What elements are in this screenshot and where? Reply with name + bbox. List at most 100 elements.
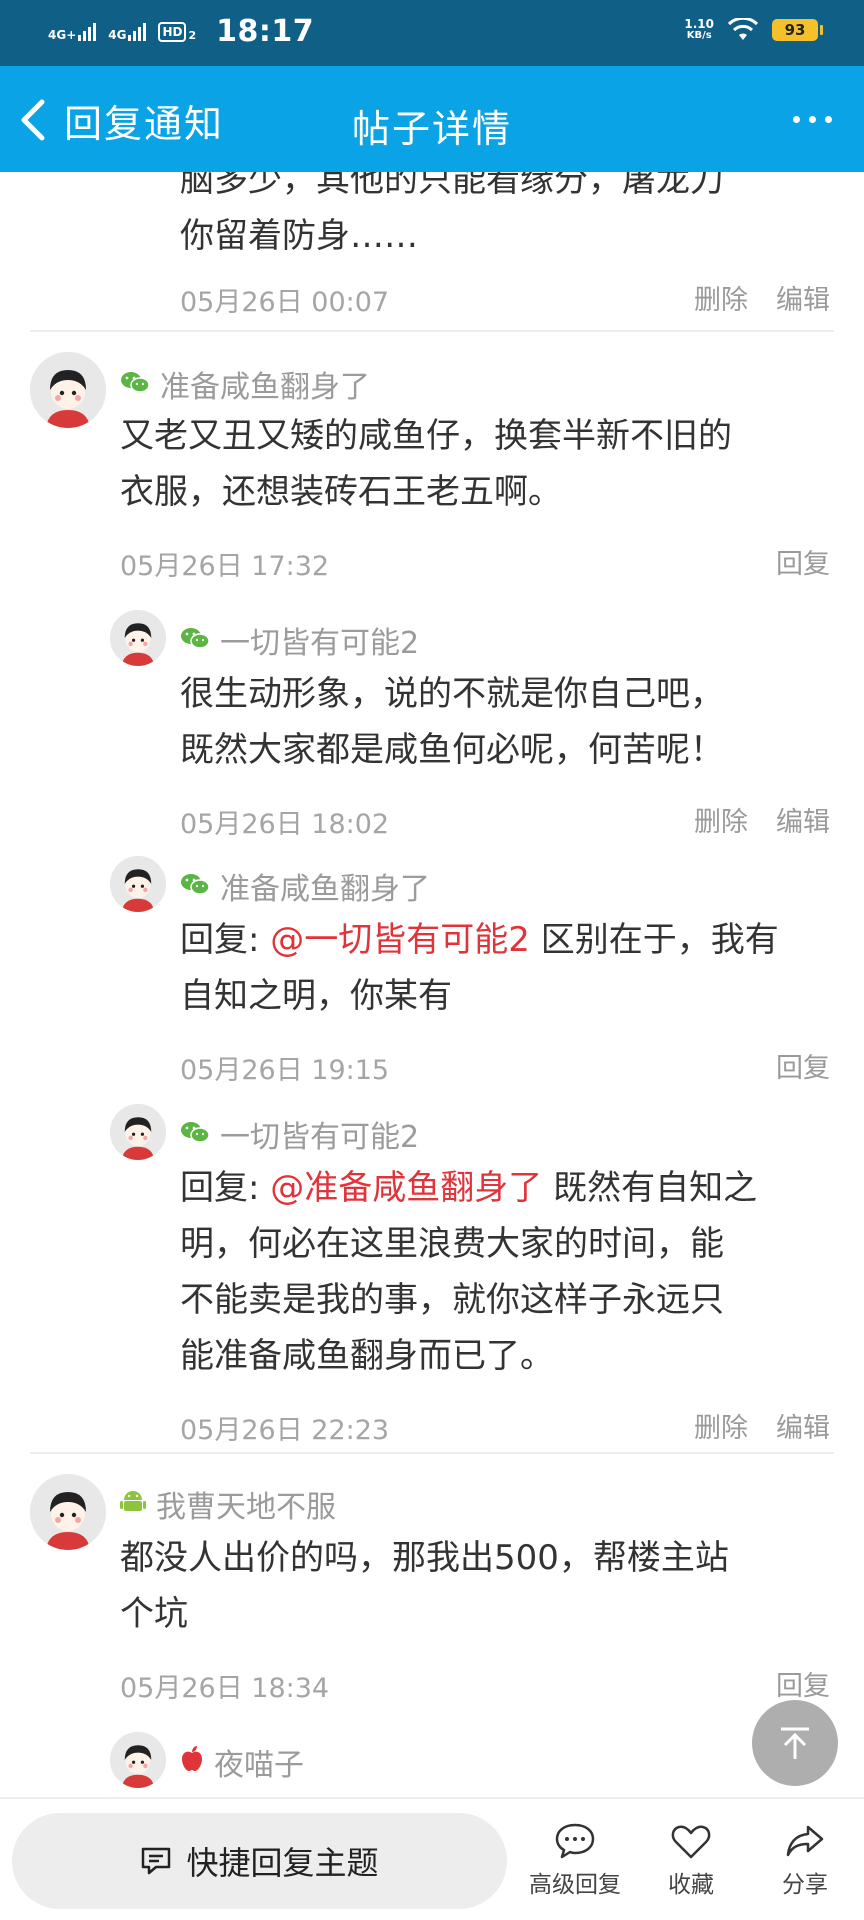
clock: 18:17 bbox=[216, 14, 315, 49]
comment-line: 衣服，还想装砖石王老五啊。 bbox=[120, 472, 562, 512]
avatar-cartoon-icon bbox=[110, 856, 166, 912]
comment-user[interactable]: 我曹天地不服 bbox=[120, 1482, 336, 1526]
speed-unit: KB/s bbox=[686, 30, 712, 41]
reply-line: 既然大家都是咸鱼何必呢，何苦呢！ bbox=[180, 730, 724, 770]
arrow-up-icon bbox=[781, 1727, 809, 1759]
edit-button[interactable]: 编辑 bbox=[776, 1406, 830, 1445]
chat-bubble-icon bbox=[555, 1823, 595, 1859]
reply-line: 你留着防身…… bbox=[180, 216, 418, 256]
heart-icon bbox=[671, 1825, 711, 1859]
reply-time: 05月26日 18:02 bbox=[180, 809, 390, 840]
comment-line: 又老又丑又矮的咸鱼仔，换套半新不旧的 bbox=[120, 416, 732, 456]
share-arrow-icon bbox=[786, 1825, 824, 1857]
username: 一切皆有可能2 bbox=[220, 626, 420, 661]
reply-time: 05月26日 00:07 bbox=[180, 287, 390, 318]
avatar[interactable] bbox=[110, 610, 166, 666]
delete-button[interactable]: 删除 bbox=[694, 278, 748, 317]
reply-prefix: 回复: bbox=[180, 920, 271, 960]
reply-line: 脑多少，其他的只能看缘分，屠龙刀 bbox=[180, 172, 724, 200]
bottom-bar: 快捷回复主题 高级回复 收藏 分享 bbox=[0, 1797, 864, 1920]
speed-value: 1.10 bbox=[684, 17, 714, 31]
reply-line: 回复: @准备咸鱼翻身了 既然有自知之 bbox=[180, 1160, 830, 1216]
avatar[interactable] bbox=[30, 352, 106, 428]
comment-text: 又老又丑又矮的咸鱼仔，换套半新不旧的 衣服，还想装砖石王老五啊。 bbox=[120, 408, 810, 520]
reply-line: 能准备咸鱼翻身而已了。 bbox=[180, 1336, 554, 1376]
reply-button[interactable]: 回复 bbox=[776, 1046, 830, 1085]
back-label: 回复通知 bbox=[64, 101, 225, 146]
comment-line: 个坑 bbox=[120, 1594, 188, 1634]
reply-line: 明，何必在这里浪费大家的时间，能 bbox=[180, 1224, 724, 1264]
reply-time: 05月26日 19:15 bbox=[180, 1055, 390, 1086]
screen: 4G+ 4G HD 2 18:17 1.10 KB/s 93 回复通知 帖子详情… bbox=[0, 0, 864, 1920]
reply-text: 回复: @准备咸鱼翻身了 既然有自知之 明，何必在这里浪费大家的时间，能 不能卖… bbox=[180, 1160, 830, 1384]
mention-link[interactable]: @一切皆有可能2 bbox=[270, 920, 530, 960]
network-speed: 1.10 KB/s bbox=[684, 18, 714, 42]
share-button[interactable]: 分享 bbox=[750, 1821, 860, 1899]
reply-time: 05月26日 22:23 bbox=[180, 1415, 390, 1446]
status-right: 1.10 KB/s 93 bbox=[684, 18, 823, 42]
reply-line: 自知之明，你某有 bbox=[180, 976, 452, 1016]
avatar-cartoon-icon bbox=[30, 352, 106, 428]
advanced-reply-label: 高级回复 bbox=[529, 1872, 621, 1898]
chevron-left-icon bbox=[21, 99, 45, 141]
signal-1: 4G+ bbox=[48, 22, 97, 42]
edit-button[interactable]: 编辑 bbox=[776, 800, 830, 839]
reply-user[interactable]: 准备咸鱼翻身了 bbox=[180, 864, 430, 908]
reply-user[interactable]: 一切皆有可能2 bbox=[180, 1112, 419, 1156]
advanced-reply-button[interactable]: 高级回复 bbox=[520, 1821, 630, 1899]
reply-user[interactable]: 夜喵子 bbox=[180, 1740, 304, 1784]
avatar-cartoon-icon bbox=[30, 1474, 106, 1550]
battery-icon: 93 bbox=[772, 19, 823, 41]
scroll-to-top-button[interactable] bbox=[752, 1700, 838, 1786]
delete-button[interactable]: 删除 bbox=[694, 1406, 748, 1445]
avatar[interactable] bbox=[110, 856, 166, 912]
favorite-label: 收藏 bbox=[668, 1872, 714, 1898]
signal-bars-icon bbox=[78, 22, 97, 41]
nav-bar: 回复通知 帖子详情 bbox=[0, 66, 864, 172]
back-button[interactable]: 回复通知 bbox=[18, 92, 224, 148]
username: 准备咸鱼翻身了 bbox=[160, 370, 370, 405]
apple-icon bbox=[180, 1744, 204, 1780]
comment-text: 都没人出价的吗，那我出500，帮楼主站 个坑 bbox=[120, 1530, 810, 1642]
username: 夜喵子 bbox=[214, 1748, 304, 1783]
more-dot-icon bbox=[825, 116, 832, 123]
status-left: 4G+ 4G HD 2 18:17 bbox=[48, 14, 314, 49]
avatar[interactable] bbox=[110, 1732, 166, 1788]
status-bar: 4G+ 4G HD 2 18:17 1.10 KB/s 93 bbox=[0, 0, 864, 66]
wechat-icon bbox=[180, 623, 210, 658]
hd-sub: 2 bbox=[188, 28, 197, 42]
avatar[interactable] bbox=[110, 1104, 166, 1160]
comment-line: 都没人出价的吗，那我出500，帮楼主站 bbox=[120, 1538, 729, 1578]
reply-user[interactable]: 一切皆有可能2 bbox=[180, 618, 419, 662]
username: 一切皆有可能2 bbox=[220, 1120, 420, 1155]
avatar[interactable] bbox=[30, 1474, 106, 1550]
wifi-icon bbox=[728, 18, 758, 40]
signal-2: 4G bbox=[108, 22, 147, 42]
reply-text: 很生动形象，说的不就是你自己吧， 既然大家都是咸鱼何必呢，何苦呢！ bbox=[180, 666, 830, 778]
delete-button[interactable]: 删除 bbox=[694, 800, 748, 839]
quick-reply-label: 快捷回复主题 bbox=[186, 1844, 379, 1882]
reply-text-fragment: 脑多少，其他的只能看缘分，屠龙刀 你留着防身…… bbox=[180, 172, 830, 264]
share-label: 分享 bbox=[782, 1872, 828, 1898]
favorite-button[interactable]: 收藏 bbox=[636, 1821, 746, 1899]
reply-button[interactable]: 回复 bbox=[776, 1664, 830, 1703]
avatar-cartoon-icon bbox=[110, 610, 166, 666]
reply-button[interactable]: 回复 bbox=[776, 542, 830, 581]
more-button[interactable] bbox=[793, 116, 832, 123]
wechat-icon bbox=[180, 1117, 210, 1152]
reply-line: 回复: @一切皆有可能2 区别在于，我有 bbox=[180, 912, 830, 968]
comment-list[interactable]: 脑多少，其他的只能看缘分，屠龙刀 你留着防身…… 05月26日 00:07 删除… bbox=[0, 172, 864, 1797]
network-type-2: 4G bbox=[108, 27, 127, 42]
username: 我曹天地不服 bbox=[156, 1490, 336, 1525]
comment-user[interactable]: 准备咸鱼翻身了 bbox=[120, 362, 370, 406]
mention-link[interactable]: @准备咸鱼翻身了 bbox=[270, 1168, 542, 1208]
more-dot-icon bbox=[793, 116, 800, 123]
username: 准备咸鱼翻身了 bbox=[220, 872, 430, 907]
android-icon bbox=[120, 1487, 146, 1522]
network-type-1: 4G+ bbox=[48, 27, 77, 42]
wechat-icon bbox=[180, 869, 210, 904]
edit-button[interactable]: 编辑 bbox=[776, 278, 830, 317]
reply-line: 很生动形象，说的不就是你自己吧， bbox=[180, 674, 724, 714]
quick-reply-button[interactable]: 快捷回复主题 bbox=[12, 1813, 507, 1909]
signal-bars-icon bbox=[128, 22, 147, 41]
